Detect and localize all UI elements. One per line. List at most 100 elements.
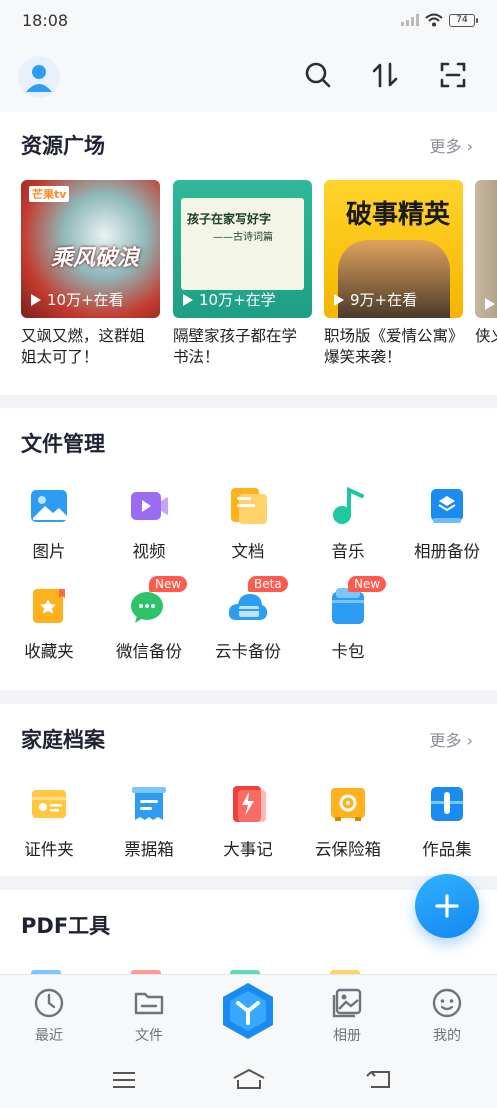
profile-face-icon [432,988,462,1018]
more-link[interactable]: 更多 › [430,133,474,157]
file-item-label: 图片 [32,542,66,561]
view-count: 10万+在看 [31,289,124,310]
id-folder-icon [29,784,69,824]
status-time: 18:08 [22,10,69,30]
play-icon [31,293,41,306]
bottom-tab-bar: 最近 文件 相册 我的 [0,974,497,1054]
tab-label: 相册 [333,1028,361,1044]
section-title: PDF工具 [21,914,111,938]
views-label: 10万+在学 [199,291,276,309]
resource-thumbnail: 孩子在家写好字 ——古诗词篇 10万+在学 [173,180,312,318]
views-label: 10万+在看 [47,291,124,309]
file-item-documents[interactable]: 文档 [200,486,296,562]
resource-card[interactable]: 芒果tv 乘风破浪 10万+在看 又飒又燃，这群姐姐太可了！ [21,180,160,368]
sort-icon [372,62,398,88]
battery-level: 74 [456,15,468,25]
file-item-music[interactable]: 音乐 [300,486,396,562]
resource-card[interactable]: 孩子在家写好字 ——古诗词篇 10万+在学 隔壁家孩子都在学书法！ [173,180,312,368]
tab-profile[interactable]: 我的 [412,987,482,1045]
card-wallet-icon: New [328,576,387,626]
thumbnail-title: 孩子在家写好字 [187,212,272,226]
new-badge: New [348,576,387,592]
resource-thumbnail: 芒果tv 乘风破浪 10万+在看 [21,180,160,318]
photo-album-icon [332,988,362,1018]
tab-label: 文件 [135,1028,163,1044]
file-item-label: 文档 [231,542,265,561]
file-item-label: 音乐 [331,542,365,561]
image-icon [29,486,69,526]
thumbnail-title: 破事精英 [346,200,451,230]
clock-icon [34,988,64,1018]
status-bar: 18:08 74 [0,0,497,40]
resource-thumbnail: 破事精英 9万+在看 [324,180,463,318]
cloud-safe-icon [328,784,368,824]
file-item-wechat-backup[interactable]: New 微信备份 [101,576,197,662]
portfolio-icon [427,784,467,824]
receipt-box-icon [129,784,169,824]
family-item-id-folder[interactable]: 证件夹 [1,784,97,860]
folder-icon [134,992,164,1015]
system-nav-bar [0,1054,497,1108]
tab-album[interactable]: 相册 [312,987,382,1045]
album-backup-icon [427,486,467,526]
resource-caption: 又飒又燃，这群姐姐太可了！ [21,327,146,366]
family-item-receipt-box[interactable]: 票据箱 [101,784,197,860]
file-item-album-backup[interactable]: 相册备份 [399,486,495,562]
menu-icon[interactable] [112,1070,136,1090]
tab-home[interactable] [213,981,283,1045]
favorites-icon [29,586,69,626]
wifi-icon [425,13,443,27]
file-item-label: 收藏夹 [24,642,74,661]
family-item-label: 大事记 [223,840,273,859]
family-item-label: 云保险箱 [315,840,381,859]
family-archive-section: 家庭档案 更多 › 证件夹 票据箱 大事记 云保险箱 作品集 [0,704,497,876]
resource-caption: 职场版《爱情公寓》爆笑来袭！ [324,327,456,366]
file-item-cloud-card-backup[interactable]: Beta 云卡备份 [200,576,296,662]
avatar[interactable] [18,56,60,98]
tab-files[interactable]: 文件 [114,987,184,1045]
family-item-label: 作品集 [422,840,472,859]
signal-icon [401,14,419,26]
add-button[interactable] [415,874,479,938]
resource-card[interactable]: 破事精英 9万+在看 职场版《爱情公寓》爆笑来袭！ [324,180,463,368]
video-icon [129,486,169,526]
tab-recent[interactable]: 最近 [14,987,84,1045]
back-icon[interactable] [366,1068,392,1090]
file-item-label: 相册备份 [414,542,480,561]
family-item-portfolio[interactable]: 作品集 [399,784,495,860]
resource-caption: 侠义出！ [475,327,497,345]
file-item-label: 微信备份 [116,642,182,661]
cloud-card-backup-icon: Beta [228,576,288,626]
play-icon [485,298,495,310]
sort-button[interactable] [370,60,400,90]
thumbnail-title: 乘风破浪 [51,246,140,271]
center-logo-icon [223,983,273,1039]
resource-section: 资源广场 更多 › 芒果tv 乘风破浪 10万+在看 又飒又燃，这群姐姐太可了！… [0,112,497,395]
views-label: 9万+在看 [350,291,418,309]
more-link[interactable]: 更多 › [430,727,474,751]
new-badge: New [149,576,188,592]
resource-card[interactable]: 侠义出！ [475,180,497,347]
file-item-label: 视频 [132,542,166,561]
wechat-backup-icon: New [129,576,188,626]
more-label: 更多 [429,731,462,750]
search-button[interactable] [303,60,333,90]
music-icon [328,486,368,526]
view-count: 10万+在学 [183,289,276,310]
family-item-milestone[interactable]: 大事记 [200,784,296,860]
beta-badge: Beta [248,576,288,592]
resource-carousel[interactable]: 芒果tv 乘风破浪 10万+在看 又飒又燃，这群姐姐太可了！ 孩子在家写好字 —… [21,180,497,370]
file-item-card-wallet[interactable]: New 卡包 [300,576,396,662]
file-item-favorites[interactable]: 收藏夹 [1,586,97,662]
family-item-cloud-safe[interactable]: 云保险箱 [300,784,396,860]
thumbnail-logo: 芒果tv [29,186,70,202]
file-item-videos[interactable]: 视频 [101,486,197,562]
milestone-icon [228,784,268,824]
top-bar [0,40,497,112]
file-item-images[interactable]: 图片 [1,486,97,562]
scan-button[interactable] [438,60,468,90]
file-item-label: 云卡备份 [215,642,281,661]
battery-icon: 74 [449,13,478,27]
home-icon[interactable] [232,1068,266,1090]
family-item-label: 票据箱 [124,840,174,859]
